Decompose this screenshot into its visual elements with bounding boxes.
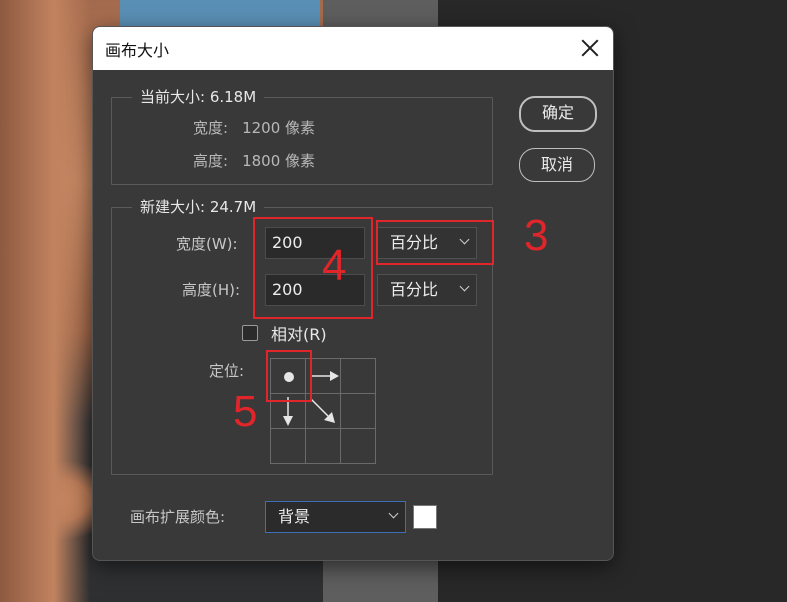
relative-checkbox[interactable] [242,325,258,341]
canvas-ext-color-select[interactable]: 背景 [265,501,406,533]
height-unit-value: 百分比 [390,280,439,299]
anchor-label: 定位: [209,362,245,380]
close-icon[interactable] [579,37,601,59]
canvas-ext-color-value: 背景 [278,507,311,526]
annotation-box-3 [376,220,494,265]
anchor-bottom-right[interactable] [340,428,376,464]
current-width-row: 宽度: 1200 像素 [193,117,315,138]
anchor-bottom-left[interactable] [270,428,306,464]
canvas-ext-color-label: 画布扩展颜色: [130,508,226,526]
current-size-group: 当前大小: 6.18M [111,87,493,185]
annotation-number-3: 3 [524,211,549,260]
anchor-bottom-center[interactable] [305,428,341,464]
color-swatch[interactable] [413,505,437,529]
current-height-label: 高度: [193,152,229,170]
relative-label[interactable]: 相对(R) [271,321,327,345]
height-unit-select[interactable]: 百分比 [377,274,477,306]
current-width-value: 1200 像素 [242,119,316,137]
current-size-label: 当前大小: 6.18M [132,87,265,107]
anchor-top-right[interactable] [340,358,376,394]
annotation-box-5 [266,350,312,402]
current-width-label: 宽度: [193,119,229,137]
new-height-label: 高度(H): [182,281,241,299]
chevron-down-icon [388,508,399,519]
current-height-value: 1800 像素 [242,152,316,170]
annotation-box-4 [253,217,373,319]
cancel-button[interactable]: 取消 [519,148,595,182]
ok-button[interactable]: 确定 [519,96,597,132]
anchor-middle-right[interactable] [340,393,376,429]
annotation-number-4: 4 [322,241,347,290]
current-height-row: 高度: 1800 像素 [193,150,315,171]
new-width-label: 宽度(W): [176,235,238,253]
dialog-titlebar: 画布大小 [93,27,613,70]
dialog-title: 画布大小 [105,40,170,60]
chevron-down-icon [459,281,470,292]
annotation-number-5: 5 [233,387,258,436]
new-size-label: 新建大小: 24.7M [132,197,265,217]
